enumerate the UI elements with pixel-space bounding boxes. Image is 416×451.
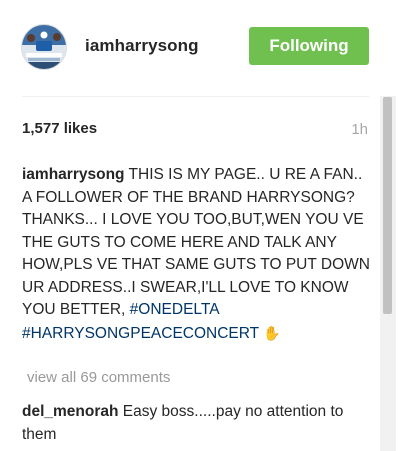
- caption-username[interactable]: iamharrysong: [22, 166, 125, 183]
- post-caption: iamharrysong THIS IS MY PAGE.. U RE A FA…: [22, 164, 374, 345]
- following-button[interactable]: Following: [249, 27, 369, 65]
- comment-username[interactable]: del_menorah: [22, 403, 118, 420]
- caption-text: THIS IS MY PAGE.. U RE A FAN.. A FOLLOWE…: [22, 166, 370, 318]
- header-username[interactable]: iamharrysong: [85, 36, 199, 56]
- likes-count[interactable]: 1,577 likes: [22, 120, 97, 137]
- hashtag-onedelta[interactable]: #ONEDELTA: [130, 301, 219, 318]
- avatar-image: [22, 25, 66, 69]
- profile-avatar[interactable]: [21, 24, 67, 70]
- scrollbar-thumb[interactable]: [383, 97, 392, 314]
- comment-item: del_menorah Easy boss.....pay no attenti…: [22, 400, 362, 446]
- hashtag-harrysongpeaceconcert[interactable]: #HARRYSONGPEACECONCERT: [22, 325, 259, 342]
- header-divider: [22, 96, 369, 97]
- raised-hand-emoji-icon: ✋: [263, 324, 281, 341]
- view-all-comments-link[interactable]: view all 69 comments: [27, 369, 170, 386]
- post-header: iamharrysong Following: [0, 0, 380, 96]
- post-timestamp[interactable]: 1h: [351, 121, 368, 138]
